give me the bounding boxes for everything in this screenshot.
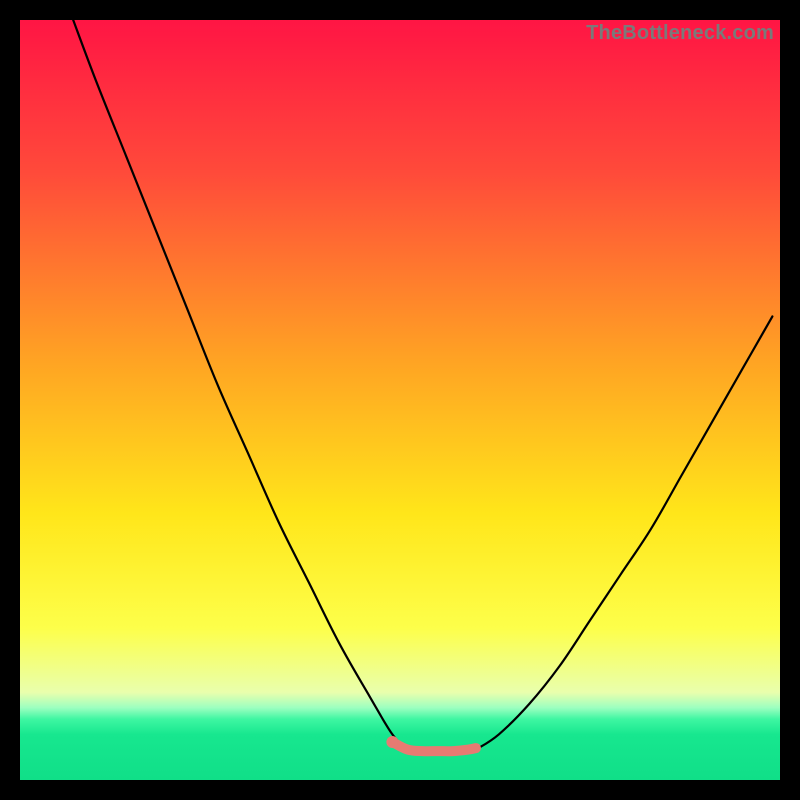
chart-plot (20, 20, 780, 780)
marker-left-dot (386, 736, 398, 748)
chart-frame: TheBottleneck.com (20, 20, 780, 780)
gradient-bg (20, 20, 780, 780)
watermark-text: TheBottleneck.com (586, 22, 774, 45)
